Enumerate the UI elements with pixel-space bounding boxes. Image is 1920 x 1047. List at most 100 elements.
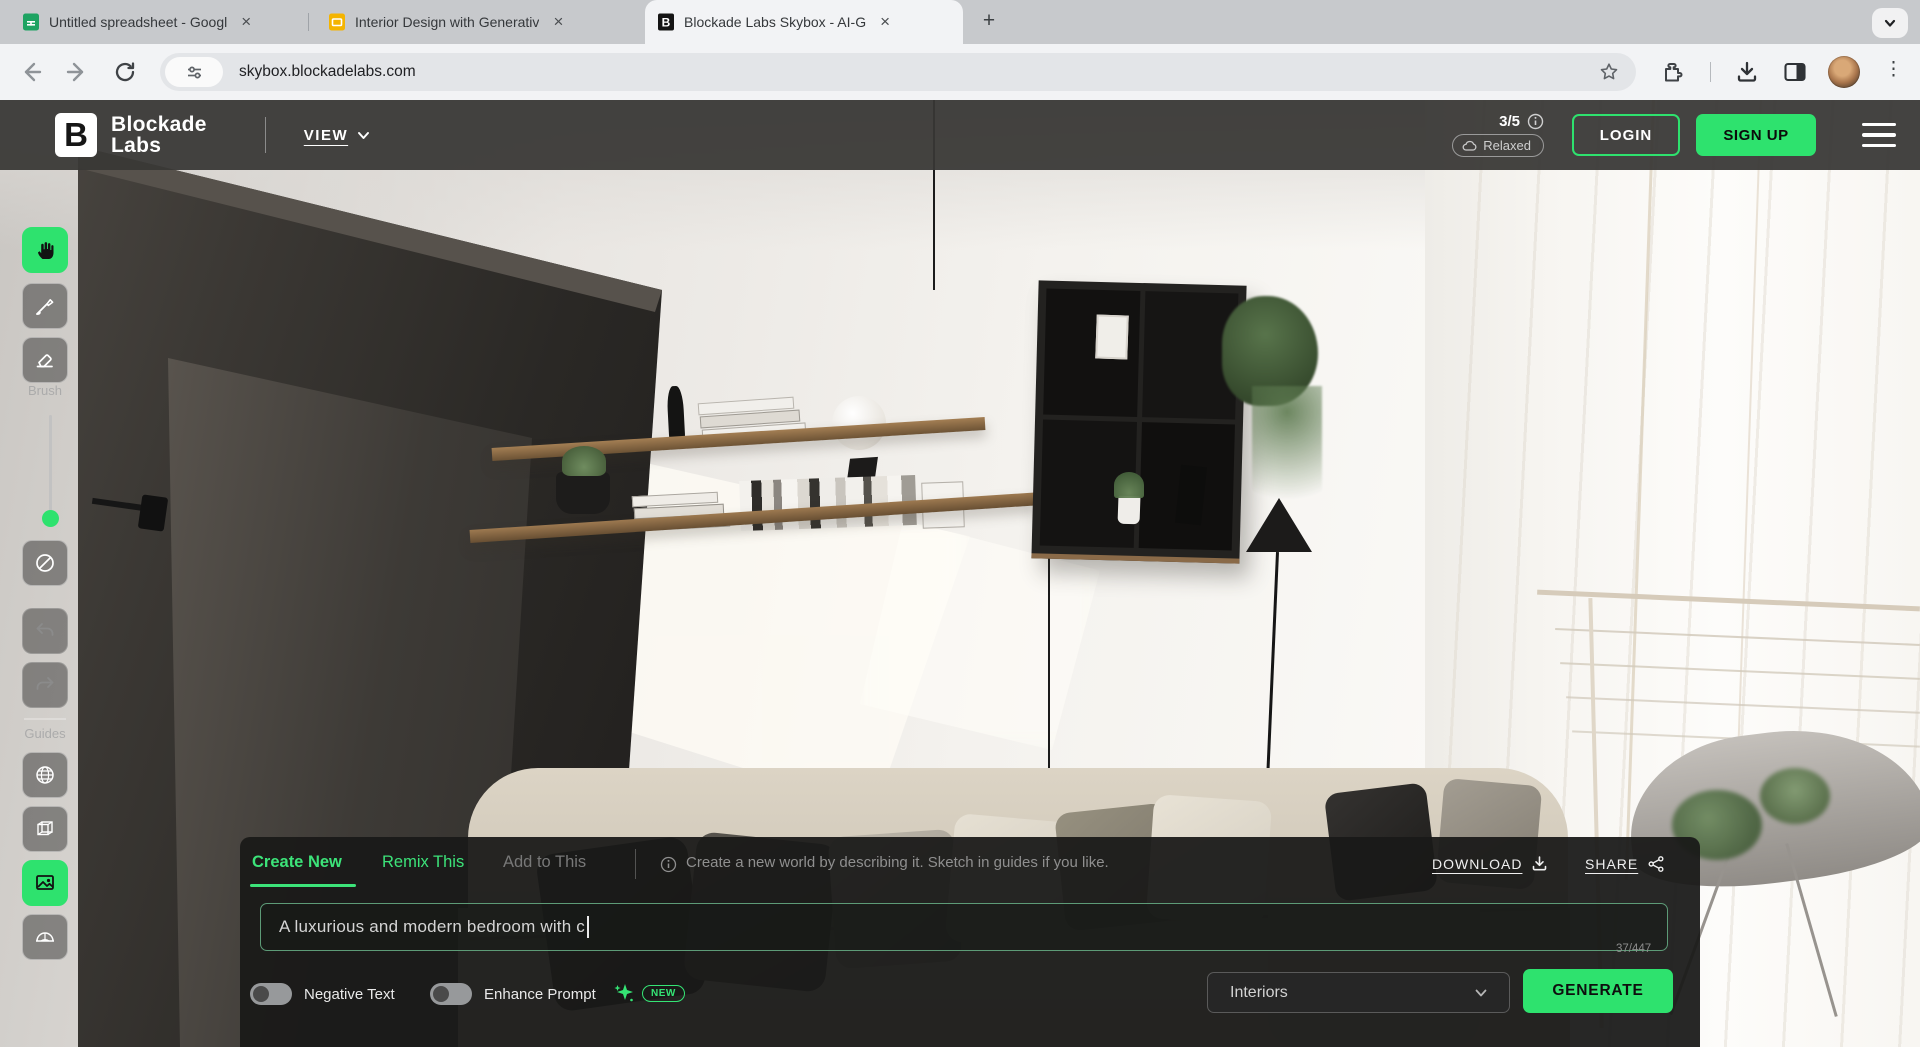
image-icon xyxy=(33,871,57,895)
style-dropdown[interactable]: Interiors xyxy=(1207,972,1510,1013)
negative-text-label: Negative Text xyxy=(304,986,395,1003)
site-info-button[interactable] xyxy=(165,57,223,87)
scene-unit-pot xyxy=(1118,496,1141,525)
pan-tool-button[interactable] xyxy=(22,227,68,273)
browser-menu-icon[interactable]: ⋮ xyxy=(1884,58,1903,81)
hand-icon xyxy=(33,238,57,262)
header-divider xyxy=(265,117,266,153)
reload-icon[interactable] xyxy=(112,59,138,85)
browser-tab-sheets[interactable]: Untitled spreadsheet - Googl × xyxy=(10,0,306,44)
no-draw-tool-button[interactable] xyxy=(22,540,68,586)
download-icon xyxy=(1531,855,1548,872)
info-icon[interactable] xyxy=(1527,113,1544,130)
cube-guide-button[interactable] xyxy=(22,806,68,852)
login-button[interactable]: LOGIN xyxy=(1572,114,1680,156)
dome-guide-button[interactable] xyxy=(22,914,68,960)
close-icon[interactable]: × xyxy=(548,12,568,32)
speed-badge-label: Relaxed xyxy=(1483,138,1531,153)
prompt-input-value: A luxurious and modern bedroom with c xyxy=(279,917,585,937)
signup-button[interactable]: SIGN UP xyxy=(1696,114,1816,156)
slash-circle-icon xyxy=(33,551,57,575)
browser-tab-slides[interactable]: Interior Design with Generativ × xyxy=(316,0,612,44)
blockade-logo-text[interactable]: Blockade Labs xyxy=(111,114,207,156)
view-label: VIEW xyxy=(304,127,348,144)
brush-icon xyxy=(33,294,57,318)
redo-icon xyxy=(33,673,57,697)
chevron-down-icon xyxy=(1473,985,1489,1001)
share-label: SHARE xyxy=(1585,856,1638,872)
tab-title: Untitled spreadsheet - Googl xyxy=(49,14,227,30)
text-caret xyxy=(587,916,589,938)
globe-icon xyxy=(33,763,57,787)
download-link[interactable]: DOWNLOAD xyxy=(1432,855,1548,872)
google-sheets-icon xyxy=(22,13,40,31)
new-tab-button[interactable]: + xyxy=(975,8,1003,36)
hamburger-menu-icon[interactable] xyxy=(1862,123,1896,148)
side-panel-icon[interactable] xyxy=(1782,59,1808,85)
brush-section-label: Brush xyxy=(22,383,68,398)
skybox-app-page: B Blockade Labs VIEW 3/5 Relaxed LOGIN S… xyxy=(0,100,1920,1047)
blockade-logo-mark[interactable]: B xyxy=(55,113,97,157)
close-icon[interactable]: × xyxy=(875,12,895,32)
redo-button[interactable] xyxy=(22,662,68,708)
logo-line2: Labs xyxy=(111,135,207,156)
view-menu[interactable]: VIEW xyxy=(304,127,371,144)
download-toolbar-icon[interactable] xyxy=(1734,59,1760,85)
chevron-down-icon xyxy=(1883,16,1897,30)
share-icon xyxy=(1647,855,1665,873)
scene-balcony-plant xyxy=(1760,768,1830,824)
address-bar[interactable]: skybox.blockadelabs.com xyxy=(160,53,1636,91)
scene-unit-frame xyxy=(1095,314,1129,359)
tab-add-to-this[interactable]: Add to This xyxy=(503,853,586,872)
back-icon[interactable] xyxy=(18,59,44,85)
google-slides-icon xyxy=(328,13,346,31)
credits-counter: 3/5 xyxy=(1499,113,1520,130)
panel-hint-text: Create a new world by describing it. Ske… xyxy=(686,854,1109,871)
enhance-prompt-toggle[interactable] xyxy=(430,983,472,1005)
browser-tab-blockade-active[interactable]: B Blockade Labs Skybox - AI-G × xyxy=(645,0,963,44)
tab-title: Blockade Labs Skybox - AI-G xyxy=(684,14,866,30)
speed-mode-badge[interactable]: Relaxed xyxy=(1452,134,1544,157)
brush-size-slider-thumb[interactable] xyxy=(42,510,59,527)
bookmark-star-icon[interactable] xyxy=(1598,61,1620,83)
guides-section-label: Guides xyxy=(22,726,68,741)
scene-wire xyxy=(1048,555,1050,800)
style-dropdown-value: Interiors xyxy=(1230,984,1288,1002)
sphere-guide-button[interactable] xyxy=(22,752,68,798)
panel-tab-divider xyxy=(635,849,636,879)
undo-icon xyxy=(33,619,57,643)
tune-icon xyxy=(186,64,203,81)
download-label: DOWNLOAD xyxy=(1432,856,1522,872)
tab-create-new[interactable]: Create New xyxy=(252,853,342,872)
share-link[interactable]: SHARE xyxy=(1585,855,1665,873)
scene-wall-lamp xyxy=(138,494,168,531)
url-text[interactable]: skybox.blockadelabs.com xyxy=(239,63,1598,81)
blockade-labs-favicon: B xyxy=(657,13,675,31)
tab-search-button[interactable] xyxy=(1872,8,1908,38)
scene-unit-sprig xyxy=(1114,472,1144,498)
undo-button[interactable] xyxy=(22,608,68,654)
dome-icon xyxy=(33,925,57,949)
forward-icon[interactable] xyxy=(64,59,90,85)
negative-text-toggle[interactable] xyxy=(250,983,292,1005)
logo-line1: Blockade xyxy=(111,114,207,135)
generate-button[interactable]: GENERATE xyxy=(1523,969,1673,1013)
palette-divider xyxy=(24,718,66,720)
tab-divider xyxy=(308,13,309,31)
tab-remix-this[interactable]: Remix This xyxy=(382,853,464,872)
active-tab-underline xyxy=(250,884,356,887)
toolbar-divider xyxy=(1710,62,1711,82)
prompt-input[interactable]: A luxurious and modern bedroom with c xyxy=(260,903,1668,951)
tab-title: Interior Design with Generativ xyxy=(355,14,539,30)
close-icon[interactable]: × xyxy=(236,12,256,32)
brush-tool-button[interactable] xyxy=(22,283,68,329)
profile-avatar[interactable] xyxy=(1828,56,1860,88)
image-guide-button-active[interactable] xyxy=(22,860,68,906)
scene-hanging-plant xyxy=(1252,386,1322,516)
eraser-tool-button[interactable] xyxy=(22,337,68,383)
char-counter: 37/447 xyxy=(1616,943,1651,955)
chevron-down-icon xyxy=(356,128,371,143)
info-icon xyxy=(660,856,677,873)
prompt-panel: Create New Remix This Add to This Create… xyxy=(240,837,1700,1047)
extensions-icon[interactable] xyxy=(1660,60,1686,86)
